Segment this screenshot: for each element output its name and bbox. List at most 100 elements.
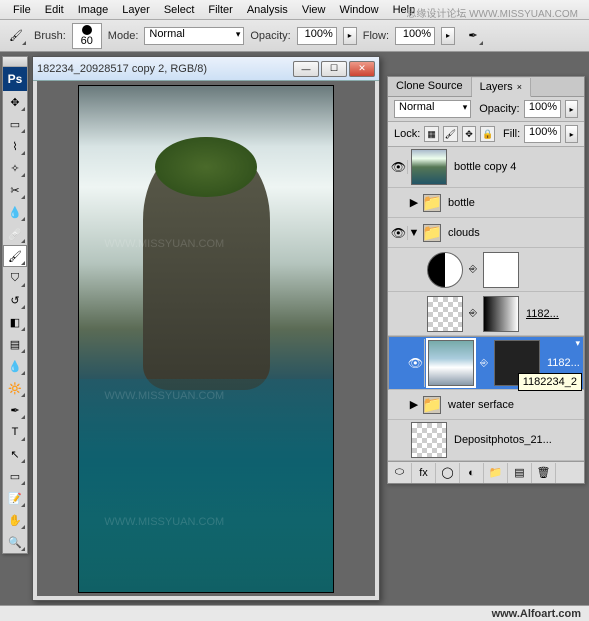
watermark-top: 思缘设计论坛 WWW.MISSYUAN.COM <box>399 2 585 23</box>
layer-opacity-label: Opacity: <box>479 103 519 115</box>
footer-link[interactable]: www.Alfoart.com <box>492 608 581 620</box>
layer-list: 👁 bottle copy 4 ▶ bottle 👁 ▼ clouds ⎆ <box>388 147 584 461</box>
layer-row[interactable]: Depositphotos_21... <box>388 420 584 461</box>
layer-thumbnail[interactable] <box>427 296 463 332</box>
visibility-toggle[interactable]: 👁 <box>390 226 408 240</box>
mask-thumbnail[interactable] <box>483 296 519 332</box>
expand-toggle[interactable]: ▼ <box>408 227 420 239</box>
eraser-tool[interactable]: ◧ <box>3 311 27 333</box>
lasso-tool[interactable]: ⌇ <box>3 135 27 157</box>
gradient-tool[interactable]: ▤ <box>3 333 27 355</box>
marquee-tool[interactable]: ▭ <box>3 113 27 135</box>
blend-mode-select[interactable]: Normal <box>144 27 244 45</box>
layer-name[interactable]: 1182... <box>543 357 581 369</box>
mask-thumbnail[interactable] <box>483 252 519 288</box>
link-icon: ⎆ <box>480 358 488 369</box>
layer-group-row[interactable]: 👁 ▼ clouds <box>388 218 584 248</box>
close-button[interactable]: ✕ <box>349 61 375 77</box>
type-tool[interactable]: T <box>3 421 27 443</box>
menu-view[interactable]: View <box>295 1 333 19</box>
menu-layer[interactable]: Layer <box>115 1 157 19</box>
menu-window[interactable]: Window <box>332 1 385 19</box>
brush-tool[interactable]: 🖌 <box>3 245 27 267</box>
menu-analysis[interactable]: Analysis <box>240 1 295 19</box>
opacity-input[interactable]: 100% <box>297 27 337 45</box>
layer-thumbnail[interactable] <box>411 149 447 185</box>
tab-clone-source[interactable]: Clone Source <box>388 77 472 96</box>
layer-thumbnail[interactable] <box>411 422 447 458</box>
minimize-button[interactable]: — <box>293 61 319 77</box>
panel-tabs: Clone Source Layers× <box>388 77 584 97</box>
canvas-image: WWW.MISSYUAN.COM WWW.MISSYUAN.COM WWW.MI… <box>78 85 334 593</box>
visibility-toggle[interactable]: 👁 <box>390 160 408 174</box>
flow-flyout[interactable]: ▸ <box>441 27 455 45</box>
stamp-tool[interactable]: ⛉ <box>3 267 27 289</box>
move-tool[interactable]: ✥ <box>3 91 27 113</box>
notes-tool[interactable]: 📝 <box>3 487 27 509</box>
expand-toggle[interactable]: ▶ <box>408 398 420 411</box>
adjustment-button[interactable]: ◐ <box>460 463 484 483</box>
fill-flyout[interactable]: ▸ <box>565 125 578 143</box>
menu-file[interactable]: File <box>6 1 38 19</box>
visibility-toggle[interactable]: 👁 <box>407 339 425 387</box>
flow-input[interactable]: 100% <box>395 27 435 45</box>
menu-image[interactable]: Image <box>71 1 116 19</box>
brush-preset-picker[interactable]: 60 <box>72 23 102 49</box>
menu-edit[interactable]: Edit <box>38 1 71 19</box>
shape-tool[interactable]: ▭ <box>3 465 27 487</box>
layer-name[interactable]: clouds <box>444 227 582 239</box>
expand-toggle[interactable]: ▶ <box>408 196 420 209</box>
delete-button[interactable]: 🗑 <box>532 463 556 483</box>
layer-row[interactable]: ⎆ <box>388 248 584 292</box>
layer-blend-mode-select[interactable]: Normal <box>394 100 471 118</box>
layer-name[interactable]: bottle <box>444 197 582 209</box>
title-bar[interactable]: 182234_20928517 copy 2, RGB/8) — ☐ ✕ <box>33 57 379 81</box>
layer-name[interactable]: Depositphotos_21... <box>450 434 582 446</box>
menu-filter[interactable]: Filter <box>201 1 239 19</box>
toolbox-grip[interactable] <box>3 57 27 67</box>
lock-pixels-icon[interactable]: 🖌 <box>443 126 458 142</box>
canvas-area[interactable]: WWW.MISSYUAN.COM WWW.MISSYUAN.COM WWW.MI… <box>37 81 375 596</box>
dodge-tool[interactable]: 🔆 <box>3 377 27 399</box>
layer-row[interactable]: 👁 bottle copy 4 <box>388 147 584 188</box>
adjustment-thumbnail[interactable] <box>427 252 463 288</box>
healing-tool[interactable]: 🩹 <box>3 223 27 245</box>
zoom-tool[interactable]: 🔍 <box>3 531 27 553</box>
layer-opacity-input[interactable]: 100% <box>524 100 561 118</box>
options-bar: 🖌 Brush: 60 Mode: Normal Opacity: 100% ▸… <box>0 20 589 52</box>
flow-label: Flow: <box>363 30 389 42</box>
menu-select[interactable]: Select <box>157 1 202 19</box>
fill-input[interactable]: 100% <box>524 125 561 143</box>
layer-name[interactable]: water serface <box>444 399 582 411</box>
layer-opacity-flyout[interactable]: ▸ <box>565 100 578 118</box>
lock-position-icon[interactable]: ✥ <box>462 126 477 142</box>
layer-name[interactable]: 1182... <box>522 308 582 320</box>
link-layers-button[interactable]: ⬭ <box>388 463 412 483</box>
close-tab-icon[interactable]: × <box>517 82 522 92</box>
pen-tool[interactable]: ✒ <box>3 399 27 421</box>
blur-tool[interactable]: 💧 <box>3 355 27 377</box>
maximize-button[interactable]: ☐ <box>321 61 347 77</box>
layer-fx-button[interactable]: fx <box>412 463 436 483</box>
layer-name[interactable]: bottle copy 4 <box>450 161 582 173</box>
tab-layers[interactable]: Layers× <box>472 78 531 97</box>
group-button[interactable]: 📁 <box>484 463 508 483</box>
path-select-tool[interactable]: ↖ <box>3 443 27 465</box>
layer-group-row[interactable]: ▶ water serface <box>388 390 584 420</box>
mask-button[interactable]: ◯ <box>436 463 460 483</box>
eyedropper-tool[interactable]: 💧 <box>3 201 27 223</box>
airbrush-toggle[interactable]: ✒ <box>461 25 485 47</box>
lock-transparency-icon[interactable]: ▦ <box>424 126 439 142</box>
tool-preset-picker[interactable]: 🖌 <box>4 25 28 47</box>
wand-tool[interactable]: ✧ <box>3 157 27 179</box>
layer-group-row[interactable]: ▶ bottle <box>388 188 584 218</box>
history-brush-tool[interactable]: ↺ <box>3 289 27 311</box>
crop-tool[interactable]: ✂ <box>3 179 27 201</box>
layers-panel: Clone Source Layers× Normal Opacity: 100… <box>387 76 585 484</box>
hand-tool[interactable]: ✋ <box>3 509 27 531</box>
layer-row[interactable]: ⎆ 1182... <box>388 292 584 336</box>
layer-thumbnail[interactable] <box>428 340 474 386</box>
new-layer-button[interactable]: ▤ <box>508 463 532 483</box>
lock-all-icon[interactable]: 🔒 <box>480 126 495 142</box>
opacity-flyout[interactable]: ▸ <box>343 27 357 45</box>
